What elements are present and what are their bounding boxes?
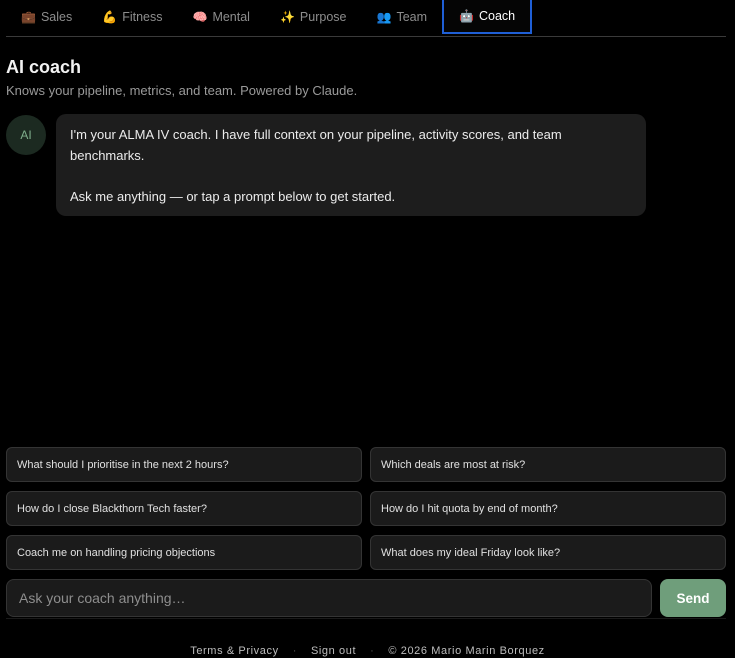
suggested-prompts: What should I prioritise in the next 2 h… xyxy=(6,447,726,570)
page-subtitle: Knows your pipeline, metrics, and team. … xyxy=(6,83,358,98)
prompt-button[interactable]: How do I close Blackthorn Tech faster? xyxy=(6,491,362,526)
prompt-button[interactable]: What should I prioritise in the next 2 h… xyxy=(6,447,362,482)
message-line: I'm your ALMA IV coach. I have full cont… xyxy=(70,127,562,163)
tab-purpose[interactable]: ✨ Purpose xyxy=(265,0,362,34)
footer-separator: · xyxy=(292,645,297,657)
copyright-text: © 2026 Mario Marin Borquez xyxy=(388,645,545,657)
tab-label: Mental xyxy=(212,10,250,24)
sign-out-link[interactable]: Sign out xyxy=(311,645,356,657)
robot-icon: 🤖 xyxy=(459,9,474,23)
coach-page: 💼 Sales 💪 Fitness 🧠 Mental ✨ Purpose 👥 T… xyxy=(0,0,735,658)
coach-message-bubble: I'm your ALMA IV coach. I have full cont… xyxy=(56,114,646,216)
prompt-button[interactable]: Which deals are most at risk? xyxy=(370,447,726,482)
prompt-button[interactable]: What does my ideal Friday look like? xyxy=(370,535,726,570)
prompt-button[interactable]: How do I hit quota by end of month? xyxy=(370,491,726,526)
people-icon: 👥 xyxy=(376,10,392,24)
prompt-button[interactable]: Coach me on handling pricing objections xyxy=(6,535,362,570)
brain-icon: 🧠 xyxy=(192,10,208,24)
tab-label: Fitness xyxy=(122,10,163,24)
sparkles-icon: ✨ xyxy=(279,10,295,24)
message-line: Ask me anything — or tap a prompt below … xyxy=(70,188,396,204)
tab-label: Purpose xyxy=(299,10,347,24)
tab-team[interactable]: 👥 Team xyxy=(361,0,442,34)
tab-sales[interactable]: 💼 Sales xyxy=(6,0,87,34)
tab-label: Coach xyxy=(478,9,516,23)
footer-divider xyxy=(6,618,726,619)
page-title: AI coach xyxy=(6,57,82,77)
tab-label: Team xyxy=(396,10,428,24)
terms-link[interactable]: Terms & Privacy xyxy=(190,645,278,657)
ai-avatar: AI xyxy=(6,115,46,155)
footer: Terms & Privacy · Sign out · © 2026 Mari… xyxy=(0,645,735,657)
tab-mental[interactable]: 🧠 Mental xyxy=(177,0,264,34)
footer-separator: · xyxy=(370,645,375,657)
coach-message-input[interactable] xyxy=(6,579,652,617)
send-button[interactable]: Send xyxy=(660,579,726,617)
flexed-arm-icon: 💪 xyxy=(102,10,118,24)
briefcase-icon: 💼 xyxy=(21,10,36,24)
tab-label: Sales xyxy=(40,10,73,24)
tab-bar: 💼 Sales 💪 Fitness 🧠 Mental ✨ Purpose 👥 T… xyxy=(6,0,726,37)
tab-fitness[interactable]: 💪 Fitness xyxy=(87,0,177,34)
tab-coach[interactable]: 🤖 Coach xyxy=(442,0,533,34)
